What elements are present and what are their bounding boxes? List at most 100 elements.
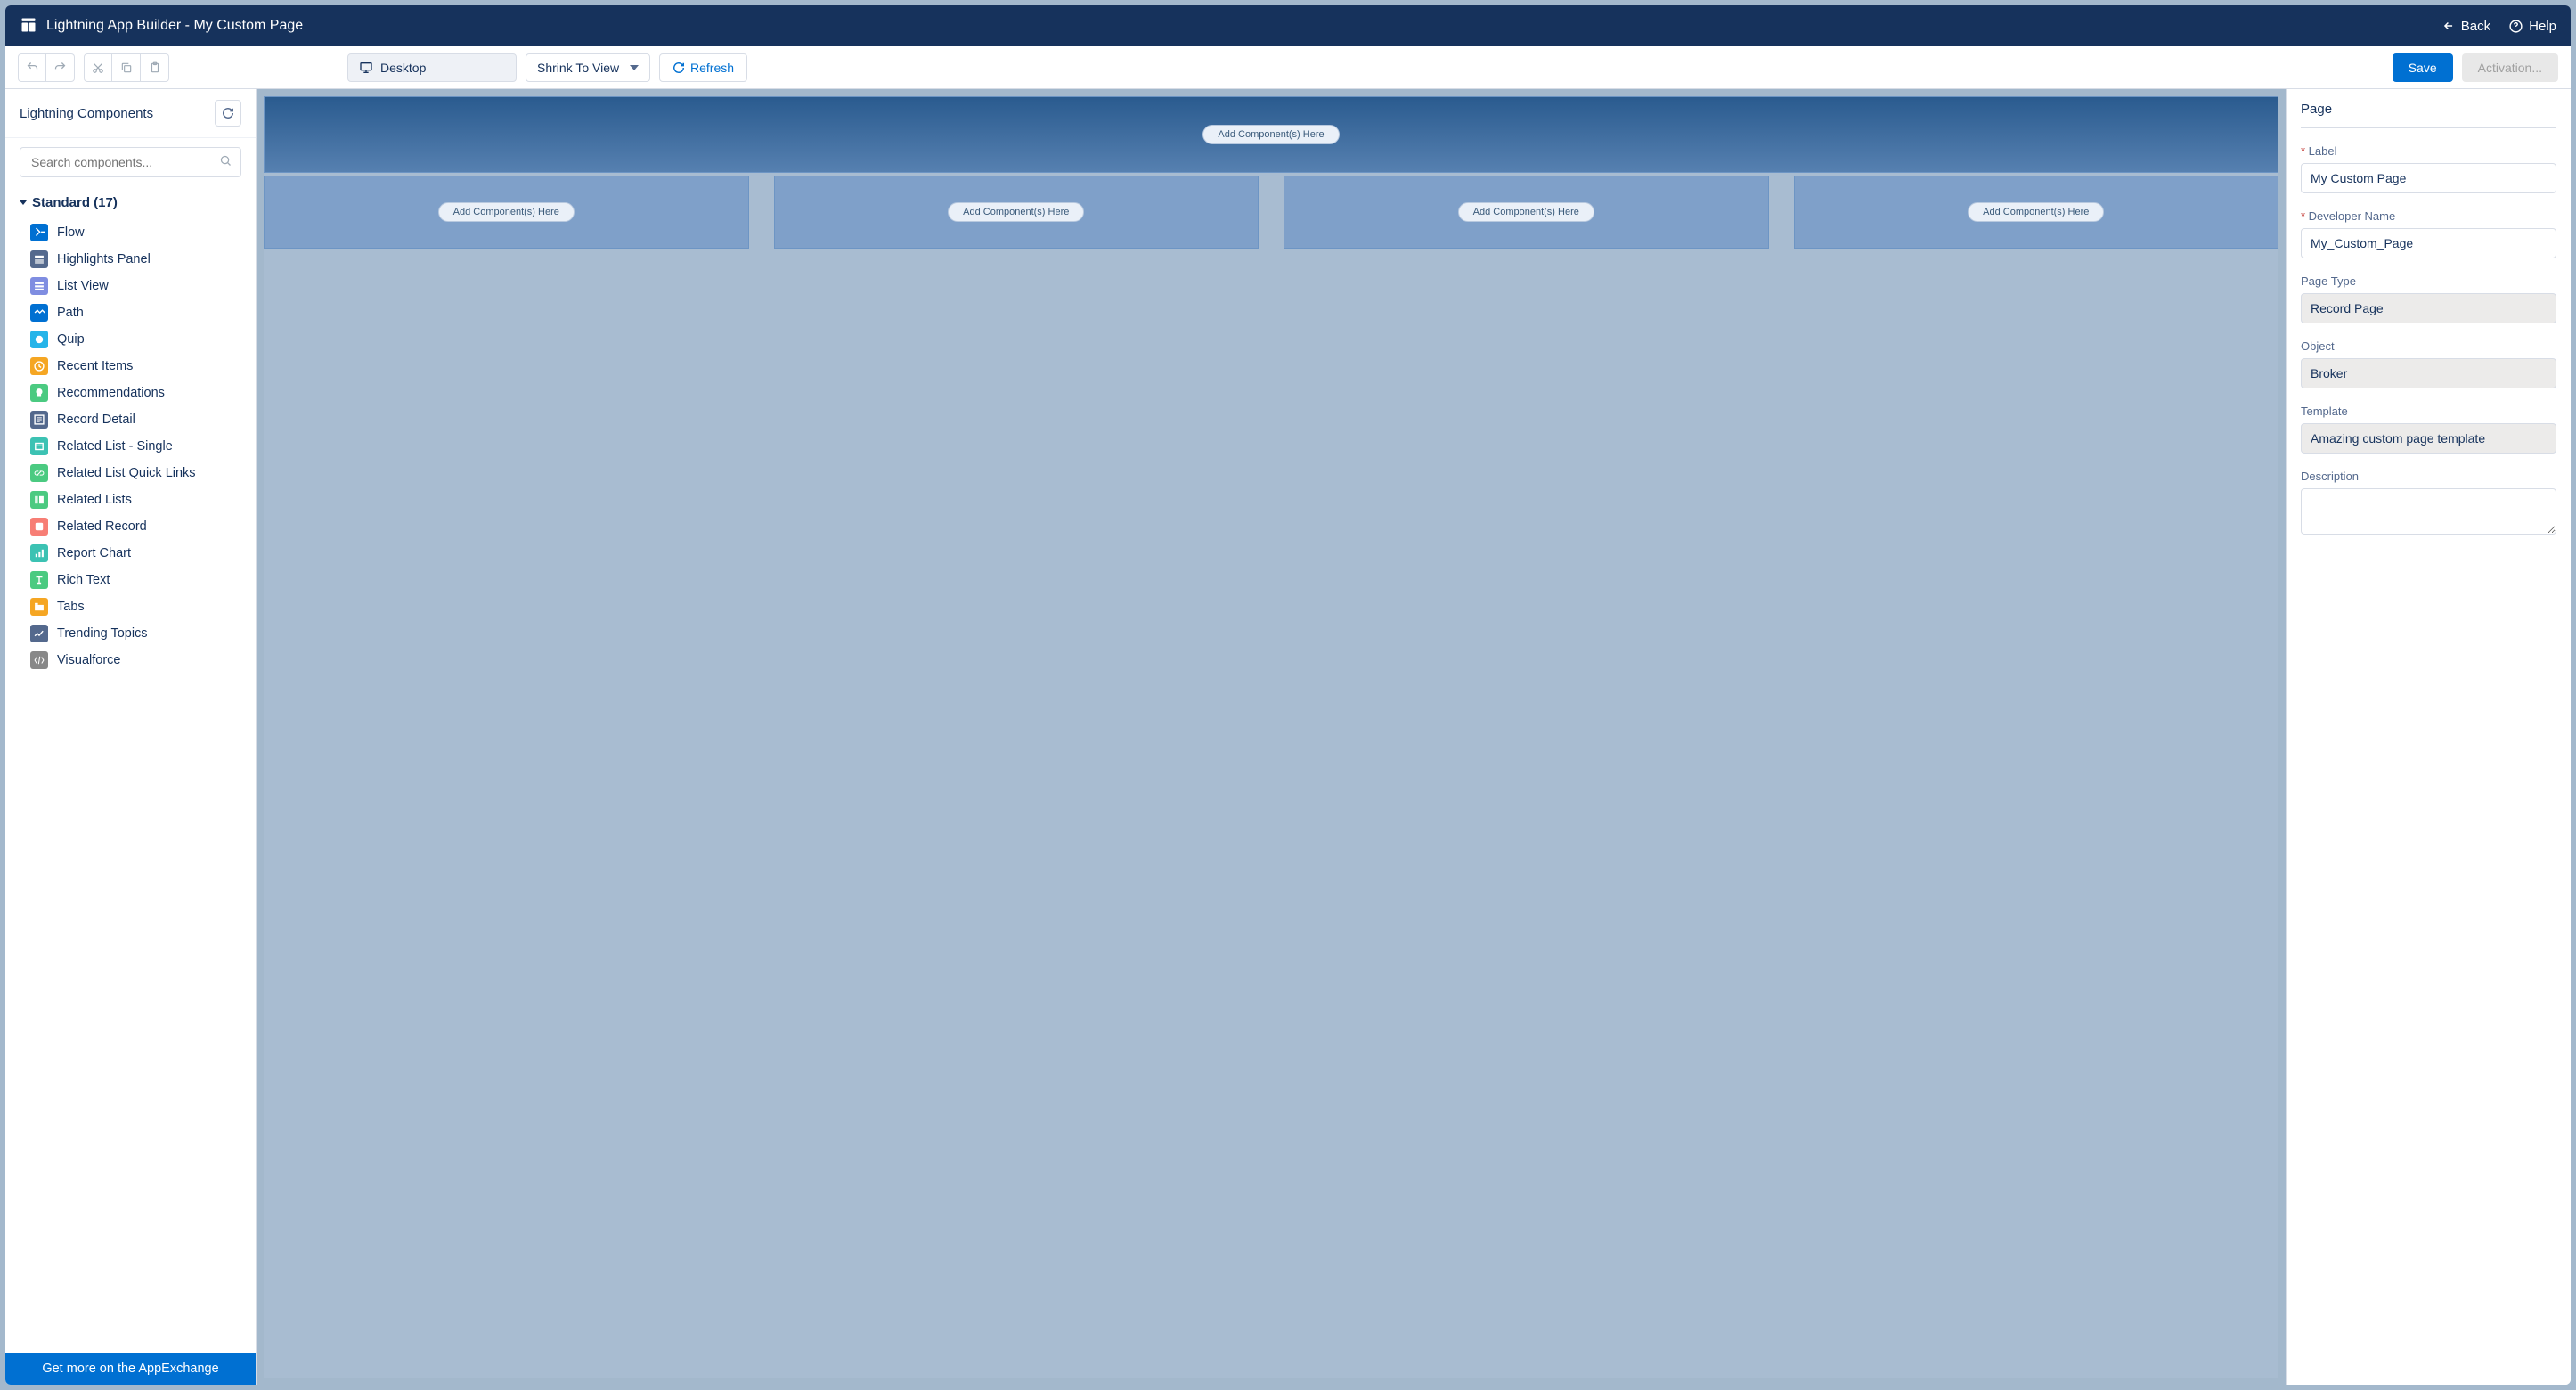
component-item[interactable]: Highlights Panel [5,246,256,273]
component-item[interactable]: Trending Topics [5,620,256,647]
component-item[interactable]: Recommendations [5,380,256,406]
clock-icon [30,357,48,375]
component-label: Highlights Panel [57,252,151,266]
builder-icon [20,16,37,37]
drop-hint: Add Component(s) Here [1202,125,1339,144]
component-label: Tabs [57,600,85,614]
lists-icon [30,491,48,509]
component-label: Recent Items [57,359,133,373]
zoom-select[interactable]: Shrink To View [526,53,650,82]
component-item[interactable]: Report Chart [5,540,256,567]
back-label: Back [2461,19,2490,34]
copy-button[interactable] [112,53,141,82]
chevron-down-icon [630,65,639,70]
activation-button[interactable]: Activation... [2462,53,2558,82]
component-item[interactable]: Path [5,299,256,326]
search-input[interactable] [20,147,241,177]
save-button[interactable]: Save [2393,53,2453,82]
hero-drop-zone[interactable]: Add Component(s) Here [264,96,2278,173]
component-item[interactable]: Tabs [5,593,256,620]
description-input[interactable] [2301,488,2556,535]
links-icon [30,464,48,482]
zoom-label: Shrink To View [537,61,619,75]
component-label: List View [57,279,109,293]
vf-icon [30,651,48,669]
panel-icon [30,250,48,268]
component-label: Quip [57,332,85,347]
redo-button[interactable] [46,53,75,82]
bulb-icon [30,384,48,402]
app-title: Lightning App Builder - My Custom Page [46,18,303,34]
slot-3[interactable]: Add Component(s) Here [1284,176,1769,249]
component-item[interactable]: Record Detail [5,406,256,433]
template-field-label: Template [2301,405,2556,418]
component-label: Rich Text [57,573,110,587]
devname-field-label: Developer Name [2301,209,2556,223]
object-value: Broker [2301,358,2556,388]
component-label: Related List - Single [57,439,173,454]
paste-button[interactable] [141,53,169,82]
label-field-label: Label [2301,144,2556,158]
slot-4[interactable]: Add Component(s) Here [1794,176,2279,249]
panel-title: Page [2301,102,2556,128]
device-label: Desktop [380,61,426,75]
label-input[interactable] [2301,163,2556,193]
path-icon [30,304,48,322]
chevron-down-icon [20,200,27,205]
components-title: Lightning Components [20,106,153,121]
detail-icon [30,411,48,429]
component-label: Related Lists [57,493,132,507]
trend-icon [30,625,48,642]
template-value: Amazing custom page template [2301,423,2556,454]
tabs-icon [30,598,48,616]
components-panel: Lightning Components Standard (17) Flow H… [5,89,257,1385]
refresh-icon [673,61,685,74]
component-label: Record Detail [57,413,135,427]
devname-input[interactable] [2301,228,2556,258]
desktop-icon [359,61,373,75]
search-icon [219,154,232,170]
object-field-label: Object [2301,339,2556,353]
component-item[interactable]: Related Lists [5,487,256,513]
component-item[interactable]: Rich Text [5,567,256,593]
standard-section-toggle[interactable]: Standard (17) [5,186,256,219]
help-label: Help [2529,19,2556,34]
description-field-label: Description [2301,470,2556,483]
drop-hint: Add Component(s) Here [438,202,575,222]
pagetype-field-label: Page Type [2301,274,2556,288]
component-label: Path [57,306,84,320]
slot-2[interactable]: Add Component(s) Here [774,176,1259,249]
slot-1[interactable]: Add Component(s) Here [264,176,749,249]
device-select[interactable]: Desktop [347,53,517,82]
component-label: Flow [57,225,85,240]
component-item[interactable]: Flow [5,219,256,246]
refresh-label: Refresh [690,61,734,75]
refresh-button[interactable]: Refresh [659,53,747,82]
reload-components-button[interactable] [215,100,241,127]
component-label: Report Chart [57,546,131,560]
component-item[interactable]: List View [5,273,256,299]
quip-icon [30,331,48,348]
undo-button[interactable] [18,53,46,82]
component-item[interactable]: Visualforce [5,647,256,674]
refresh-icon [222,107,234,119]
component-label: Visualforce [57,653,120,667]
canvas[interactable]: Add Component(s) Here Add Component(s) H… [257,89,2286,1385]
drop-hint: Add Component(s) Here [1968,202,2104,222]
component-item[interactable]: Related Record [5,513,256,540]
appexchange-link[interactable]: Get more on the AppExchange [5,1353,256,1385]
toolbar: Desktop Shrink To View Refresh Save Acti… [5,46,2571,89]
chart-icon [30,544,48,562]
drop-hint: Add Component(s) Here [1458,202,1594,222]
cut-button[interactable] [84,53,112,82]
component-item[interactable]: Related List - Single [5,433,256,460]
component-item[interactable]: Related List Quick Links [5,460,256,487]
component-item[interactable]: Recent Items [5,353,256,380]
component-label: Recommendations [57,386,165,400]
help-button[interactable]: Help [2508,19,2556,34]
list-icon [30,277,48,295]
app-header: Lightning App Builder - My Custom Page B… [5,5,2571,46]
drop-hint: Add Component(s) Here [948,202,1084,222]
back-button[interactable]: Back [2441,19,2490,34]
component-item[interactable]: Quip [5,326,256,353]
